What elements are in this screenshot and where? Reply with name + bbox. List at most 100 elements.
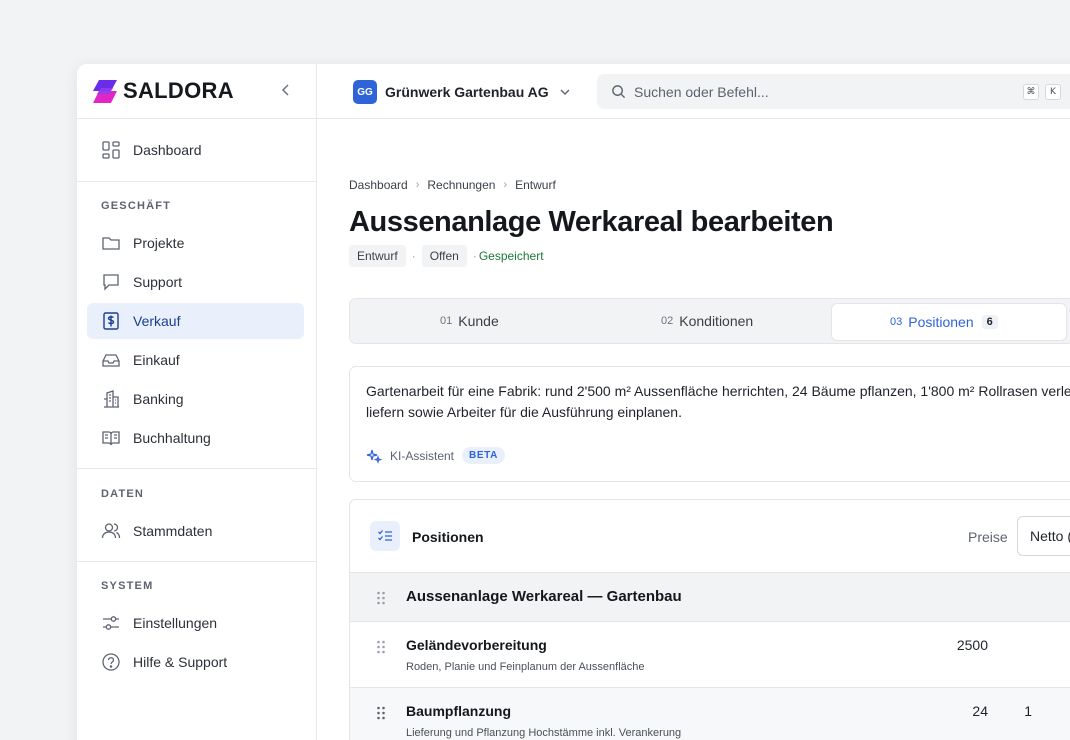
company-switcher[interactable]: GG Grünwerk Gartenbau AG bbox=[353, 80, 571, 104]
drag-handle-icon[interactable] bbox=[376, 706, 386, 720]
sidebar-divider bbox=[77, 561, 317, 562]
positions-card: Positionen Preise Netto ( Aussenanlage W… bbox=[349, 499, 1070, 740]
step-number: 03 bbox=[890, 316, 903, 328]
company-avatar: GG bbox=[353, 80, 377, 104]
sidebar-item-label: Einstellungen bbox=[133, 615, 218, 631]
step-label: Kunde bbox=[458, 313, 499, 329]
search-icon bbox=[612, 85, 626, 99]
positions-title: Positionen bbox=[412, 529, 484, 545]
saldora-logo-icon bbox=[93, 80, 117, 103]
step-label: Konditionen bbox=[679, 313, 754, 329]
separator-dot: · bbox=[472, 249, 477, 263]
sidebar-item-label: Support bbox=[133, 274, 183, 290]
section-label-data: DATEN bbox=[101, 488, 145, 500]
sidebar-item-verkauf[interactable]: Verkauf bbox=[87, 303, 304, 339]
inbox-icon bbox=[102, 354, 120, 367]
logo-row: SALDORA bbox=[77, 64, 316, 119]
chevron-left-icon[interactable] bbox=[278, 82, 294, 98]
sidebar-divider bbox=[77, 181, 317, 182]
breadcrumb-dashboard[interactable]: Dashboard bbox=[349, 178, 408, 192]
breadcrumb-rechnungen[interactable]: Rechnungen bbox=[427, 178, 495, 192]
price-label: Preise bbox=[968, 529, 1008, 545]
page-title: Aussenanlage Werkareal bearbeiten bbox=[349, 206, 834, 238]
ai-prompt-line: Gartenarbeit für eine Fabrik: rund 2'500… bbox=[366, 383, 1070, 399]
tab-kunde[interactable]: 01 Kunde bbox=[440, 299, 499, 343]
chevron-right-icon: › bbox=[415, 179, 420, 191]
sparkles-icon bbox=[366, 449, 382, 464]
sidebar-item-einkauf[interactable]: Einkauf bbox=[87, 342, 304, 378]
sidebar-item-projekte[interactable]: Projekte bbox=[87, 225, 304, 261]
status-row: Entwurf · Offen · Gespeichert bbox=[349, 245, 544, 267]
tab-konditionen[interactable]: 02 Konditionen bbox=[661, 299, 753, 343]
sidebar-item-label: Banking bbox=[133, 391, 184, 407]
users-icon bbox=[101, 523, 121, 539]
tab-positionen[interactable]: 03 Positionen 6 bbox=[831, 303, 1067, 341]
item-name: Baumpflanzung bbox=[406, 703, 511, 719]
sidebar-item-label: Dashboard bbox=[133, 142, 202, 158]
company-name: Grünwerk Gartenbau AG bbox=[385, 84, 549, 100]
sidebar-item-stammdaten[interactable]: Stammdaten bbox=[87, 513, 304, 549]
sidebar-item-banking[interactable]: Banking bbox=[87, 381, 304, 417]
table-row[interactable]: Geländevorbereitung Roden, Planie und Fe… bbox=[350, 622, 1070, 688]
step-label: Positionen bbox=[908, 314, 974, 330]
ai-assistant-row: KI-Assistent BETA bbox=[366, 447, 505, 464]
sidebar-item-label: Hilfe & Support bbox=[133, 654, 228, 670]
drag-handle-icon[interactable] bbox=[376, 591, 386, 605]
item-name: Geländevorbereitung bbox=[406, 637, 547, 653]
price-mode-select[interactable]: Netto ( bbox=[1017, 516, 1070, 556]
topbar: GG Grünwerk Gartenbau AG ⌘ K bbox=[317, 64, 1070, 119]
shortcut-k-key: K bbox=[1045, 84, 1061, 100]
sidebar-item-label: Verkauf bbox=[133, 313, 181, 329]
item-unit-price[interactable]: 1 bbox=[1024, 703, 1032, 719]
sidebar-item-dashboard[interactable]: Dashboard bbox=[87, 132, 304, 168]
step-number: 01 bbox=[440, 315, 453, 327]
ai-prompt-box[interactable]: Gartenarbeit für eine Fabrik: rund 2'500… bbox=[349, 366, 1070, 482]
folder-icon bbox=[102, 237, 120, 250]
section-label-business: GESCHÄFT bbox=[101, 200, 172, 212]
step-number: 02 bbox=[661, 315, 674, 327]
item-quantity[interactable]: 24 bbox=[972, 703, 988, 719]
sidebar-item-buchhaltung[interactable]: Buchhaltung bbox=[87, 420, 304, 456]
beta-badge: BETA bbox=[462, 447, 505, 464]
dashboard-grid-icon bbox=[102, 141, 120, 159]
sidebar-divider bbox=[77, 468, 317, 469]
app-name: SALDORA bbox=[123, 78, 234, 103]
sidebar-item-support[interactable]: Support bbox=[87, 264, 304, 300]
help-circle-icon bbox=[102, 653, 120, 671]
breadcrumb-entwurf: Entwurf bbox=[515, 178, 556, 192]
drag-handle-icon[interactable] bbox=[376, 640, 386, 654]
sidebar: SALDORA Dashboard GESCHÄFT Projekte Supp… bbox=[77, 64, 317, 740]
item-description: Lieferung und Pflanzung Hochstämme inkl.… bbox=[406, 727, 682, 739]
position-group-row[interactable]: Aussenanlage Werkareal — Gartenbau bbox=[350, 573, 1070, 622]
chevron-right-icon: › bbox=[503, 179, 508, 191]
search-input[interactable] bbox=[634, 83, 994, 100]
sidebar-item-einstellungen[interactable]: Einstellungen bbox=[87, 605, 304, 641]
ai-prompt-text[interactable]: Gartenarbeit für eine Fabrik: rund 2'500… bbox=[366, 381, 1070, 423]
positions-header: Positionen Preise Netto ( bbox=[350, 500, 1070, 573]
breadcrumb: Dashboard › Rechnungen › Entwurf bbox=[349, 178, 556, 192]
item-quantity[interactable]: 2500 bbox=[957, 637, 988, 653]
positions-count-badge: 6 bbox=[981, 315, 998, 329]
separator-dot: · bbox=[411, 249, 416, 263]
dollar-document-icon bbox=[103, 312, 119, 330]
saved-status: Gespeichert bbox=[478, 249, 544, 263]
chevron-down-icon bbox=[560, 89, 570, 95]
sidebar-item-label: Buchhaltung bbox=[133, 430, 211, 446]
section-label-system: SYSTEM bbox=[101, 580, 154, 592]
sidebar-item-label: Stammdaten bbox=[133, 523, 213, 539]
ledger-book-icon bbox=[102, 431, 120, 446]
item-description: Roden, Planie und Feinplanum der Aussenf… bbox=[406, 661, 645, 673]
table-row[interactable]: Baumpflanzung Lieferung und Pflanzung Ho… bbox=[350, 688, 1070, 740]
group-title: Aussenanlage Werkareal — Gartenbau bbox=[406, 588, 682, 605]
sidebar-item-hilfe[interactable]: Hilfe & Support bbox=[87, 644, 304, 680]
app-window: SALDORA Dashboard GESCHÄFT Projekte Supp… bbox=[77, 64, 1070, 740]
sidebar-item-label: Projekte bbox=[133, 235, 185, 251]
shortcut-cmd-key: ⌘ bbox=[1023, 84, 1039, 100]
bank-icon bbox=[104, 390, 119, 408]
status-badge: Entwurf bbox=[349, 245, 406, 267]
sidebar-item-label: Einkauf bbox=[133, 352, 180, 368]
search-bar[interactable]: ⌘ K bbox=[597, 74, 1070, 109]
checklist-icon bbox=[370, 521, 400, 551]
state-badge: Offen bbox=[421, 245, 467, 267]
chat-icon bbox=[103, 274, 119, 291]
